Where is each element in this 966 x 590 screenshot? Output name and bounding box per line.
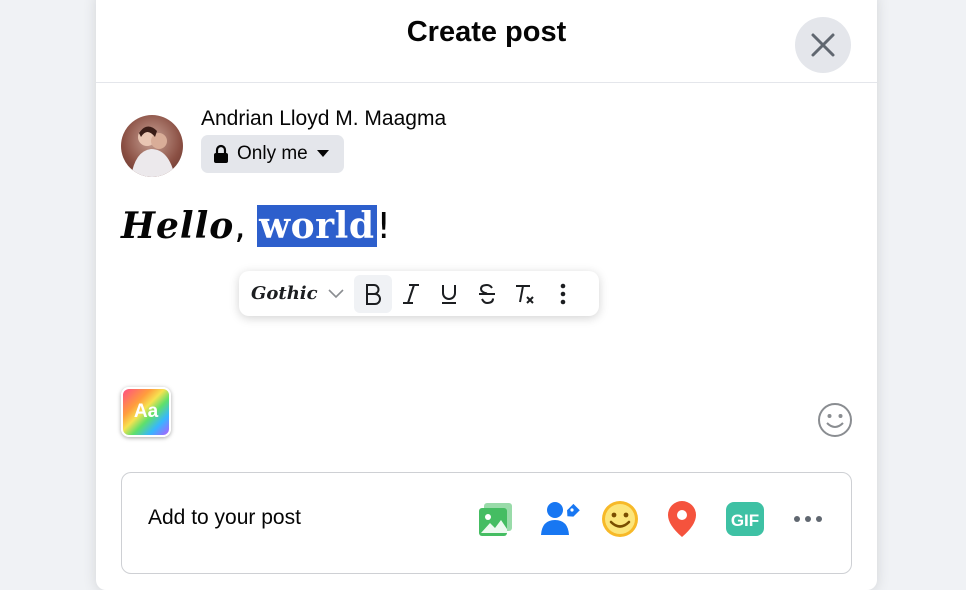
chevron-down-icon	[328, 288, 344, 298]
clear-format-icon	[515, 284, 534, 304]
italic-button[interactable]	[392, 275, 430, 313]
author-name: Andrian Lloyd M. Maagma	[201, 107, 447, 130]
check-in-icon[interactable]	[664, 499, 700, 539]
background-style-label: Aa	[133, 401, 159, 422]
dialog-title: Create post	[406, 16, 567, 48]
background-style-button[interactable]: Aa	[121, 387, 171, 437]
underline-button[interactable]	[430, 275, 468, 313]
photo-video-icon[interactable]	[476, 499, 516, 539]
editor-text-comma: ,	[234, 206, 258, 247]
privacy-label: Only me	[237, 143, 308, 164]
close-button[interactable]	[795, 17, 851, 73]
dialog-header: Create post	[96, 0, 877, 83]
close-icon	[811, 33, 835, 57]
format-toolbar: Gothic	[239, 271, 599, 316]
more-vertical-icon	[560, 283, 565, 304]
add-to-post-bar: Add to your post GIF	[121, 472, 852, 574]
more-icon[interactable]	[793, 499, 823, 539]
add-to-post-label: Add to your post	[148, 506, 301, 529]
gif-icon[interactable]: GIF	[725, 499, 765, 539]
tag-people-icon[interactable]	[540, 499, 580, 539]
font-style-label: Gothic	[251, 283, 318, 304]
underline-icon	[441, 284, 456, 304]
strikethrough-button[interactable]	[468, 275, 506, 313]
editor-text-styled: Hello	[121, 205, 235, 247]
caret-down-icon	[316, 150, 329, 157]
lock-icon	[214, 144, 228, 163]
bold-button[interactable]	[353, 274, 392, 313]
strikethrough-icon	[478, 283, 495, 304]
font-style-dropdown[interactable]: Gothic	[239, 271, 354, 316]
bold-icon	[365, 283, 381, 305]
editor-text-exclaim: !	[376, 206, 391, 247]
avatar[interactable]	[121, 115, 183, 177]
feeling-icon[interactable]	[600, 499, 640, 539]
post-text-editor[interactable]: Hello, world!	[121, 205, 391, 247]
editor-selected-text[interactable]: world	[257, 205, 377, 247]
clear-format-button[interactable]	[506, 275, 544, 313]
more-format-button[interactable]	[544, 275, 582, 313]
create-post-dialog: Create post Andrian Lloyd M. Maagma Only…	[96, 0, 877, 590]
emoji-picker-icon[interactable]	[817, 402, 853, 438]
svg-text:GIF: GIF	[731, 511, 759, 530]
italic-icon	[402, 283, 419, 304]
privacy-selector[interactable]: Only me	[201, 135, 344, 173]
